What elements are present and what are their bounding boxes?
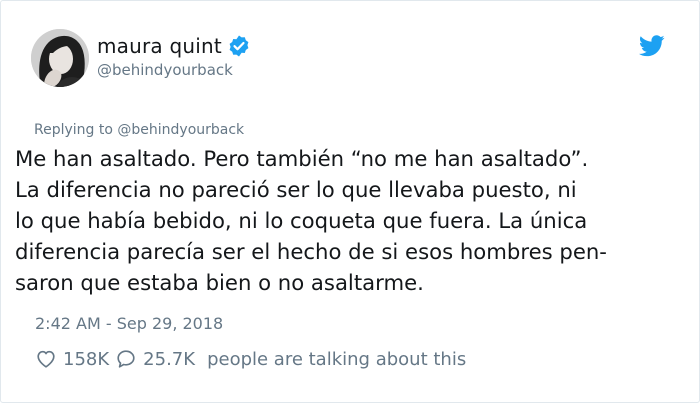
people-talking-text[interactable]: people are talking about this (207, 349, 466, 370)
author-block: maura quint @behindyourback (97, 33, 251, 79)
replying-prefix: Replying to (34, 122, 113, 138)
tweet-line: diferencia parecía ser el hecho de si es… (15, 239, 607, 264)
verified-badge-icon (227, 34, 251, 58)
heart-icon[interactable] (35, 348, 57, 370)
tweet-timestamp[interactable]: 2:42 AM - Sep 29, 2018 (35, 314, 223, 333)
tweet-line: Me han asaltado. Pero también “no me han… (15, 146, 589, 171)
tweet-header: maura quint @behindyourback (31, 29, 669, 93)
display-name-row: maura quint (97, 33, 251, 59)
tweet-line: La diferencia no pareció ser lo que llev… (15, 177, 577, 202)
reply-count[interactable]: 25.7K (143, 349, 195, 370)
twitter-bird-icon[interactable] (638, 35, 665, 57)
speech-bubble-icon[interactable] (115, 348, 137, 370)
like-count[interactable]: 158K (63, 349, 109, 370)
tweet-line: lo que había bebido, ni lo coqueta que f… (15, 208, 588, 233)
tweet-card: maura quint @behindyourback Replying to … (0, 0, 700, 403)
display-name[interactable]: maura quint (97, 34, 222, 58)
reply-mention-link[interactable]: @behindyourback (117, 122, 244, 138)
tweet-text: Me han asaltado. Pero también “no me han… (15, 143, 695, 298)
user-handle[interactable]: @behindyourback (97, 61, 251, 79)
tweet-line: saron que estaba bien o no asaltarme. (15, 270, 424, 295)
engagement-bar: 158K 25.7K people are talking about this (35, 348, 466, 370)
avatar[interactable] (31, 29, 89, 87)
replying-to: Replying to @behindyourback (34, 122, 244, 138)
